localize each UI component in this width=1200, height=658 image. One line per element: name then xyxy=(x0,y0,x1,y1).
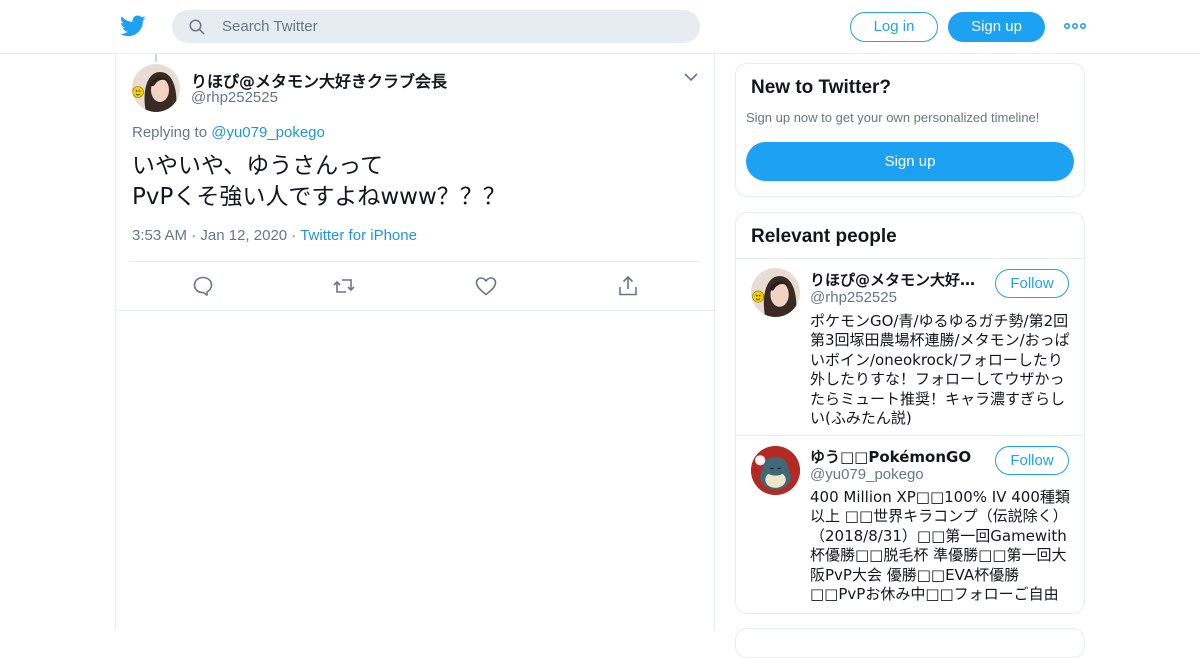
tweet-author-handle[interactable]: @rhp252525 xyxy=(191,89,278,106)
reply-icon[interactable] xyxy=(191,274,215,298)
replying-to: Replying to @yu079_pokego xyxy=(132,124,325,141)
avatar[interactable] xyxy=(751,446,800,495)
more-options-icon[interactable] xyxy=(1064,18,1086,34)
tweet-text-line-2: PvPくそ強い人ですよねwww？？？ xyxy=(132,184,506,210)
divider xyxy=(130,261,700,262)
divider xyxy=(736,258,1084,259)
retweet-icon[interactable] xyxy=(332,274,356,298)
relevant-people-title: Relevant people xyxy=(751,226,897,247)
twitter-bird-icon[interactable] xyxy=(119,13,147,39)
tweet-text-line-1: いやいや、ゆうさんって xyxy=(132,153,384,179)
person-handle[interactable]: @yu079_pokego xyxy=(810,466,924,483)
replying-to-link[interactable]: @yu079_pokego xyxy=(211,124,325,141)
follow-button[interactable]: Follow xyxy=(995,446,1069,475)
next-sidebar-card xyxy=(735,628,1085,658)
top-bar: Log in Sign up xyxy=(0,0,1200,54)
tweet-date[interactable]: Jan 12, 2020 xyxy=(200,227,287,244)
avatar[interactable] xyxy=(751,268,800,317)
search-icon xyxy=(189,19,205,35)
like-heart-icon[interactable] xyxy=(474,274,498,298)
replying-prefix: Replying to xyxy=(132,124,212,141)
tweet-source-link[interactable]: Twitter for iPhone xyxy=(300,227,417,244)
tweet-time[interactable]: 3:53 AM xyxy=(132,227,187,244)
share-icon[interactable] xyxy=(616,274,640,298)
sidebar-signup-button[interactable]: Sign up xyxy=(746,142,1074,181)
meta-dot: · xyxy=(191,227,197,244)
relevant-people-card: Relevant people りほぴ@メタモン大好きクラブ会長 @rhp252… xyxy=(735,212,1085,614)
signup-button[interactable]: Sign up xyxy=(948,12,1045,42)
new-to-twitter-subtitle: Sign up now to get your own personalized… xyxy=(746,110,1040,125)
person-name[interactable]: ゆう□□PokémonGO xyxy=(810,446,980,467)
tweet-actions xyxy=(116,274,716,298)
search-input[interactable] xyxy=(222,10,682,43)
avatar[interactable] xyxy=(132,64,180,112)
follow-button[interactable]: Follow xyxy=(995,269,1069,298)
chevron-down-icon[interactable] xyxy=(684,72,698,82)
tweet-meta: 3:53 AM · Jan 12, 2020 · Twitter for iPh… xyxy=(132,227,417,244)
tweet-column: りほぴ@メタモン大好きクラブ会長 @rhp252525 Replying to … xyxy=(115,54,716,630)
login-button[interactable]: Log in xyxy=(850,12,938,42)
divider xyxy=(736,435,1084,436)
new-to-twitter-title: New to Twitter? xyxy=(751,77,892,98)
person-bio: 400 Million XP□□100% IV 400種類以上 □□世界キラコン… xyxy=(810,488,1070,606)
search-box[interactable] xyxy=(172,10,700,43)
person-handle[interactable]: @rhp252525 xyxy=(810,289,897,306)
new-to-twitter-card: New to Twitter? Sign up now to get your … xyxy=(735,63,1085,197)
divider xyxy=(116,310,716,311)
thread-connector xyxy=(155,54,157,62)
person-bio: ポケモンGO/青/ゆるゆるガチ勢/第2回第3回塚田農場杯連勝/メタモン/おっぱい… xyxy=(810,312,1070,427)
tweet-text: いやいや、ゆうさんって PvPくそ強い人ですよねwww？？？ xyxy=(132,151,692,213)
meta-dot: · xyxy=(291,227,297,244)
person-name[interactable]: りほぴ@メタモン大好きクラブ会長 xyxy=(810,269,980,290)
